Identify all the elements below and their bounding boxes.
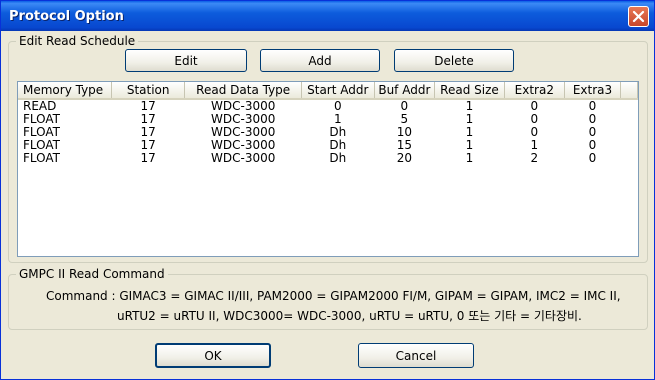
add-button[interactable]: Add <box>260 49 380 72</box>
read-command-line-1: Command : GIMAC3 = GIMAC II/III, PAM2000… <box>46 289 621 303</box>
cell-start-addr: Dh <box>329 126 347 139</box>
cell-extra2: 0 <box>530 113 539 126</box>
cell-extra2: 0 <box>530 99 539 113</box>
read-schedule-table: Memory Type Station Read Data Type Start… <box>18 82 638 165</box>
cell-extra2: 0 <box>530 126 539 139</box>
cell-extra2: 2 <box>530 152 539 165</box>
column-header-read-data-type[interactable]: Read Data Type <box>184 82 302 100</box>
cell-extra3: 0 <box>588 113 597 126</box>
cell-station: 17 <box>140 113 156 126</box>
column-header-filler <box>620 82 638 100</box>
cell-read-data-type: WDC-3000 <box>211 113 276 126</box>
cell-read-data-type: WDC-3000 <box>211 152 276 165</box>
column-header-start-addr[interactable]: Start Addr <box>301 82 375 100</box>
cell-read-size: 1 <box>465 113 474 126</box>
column-header-memory-type[interactable]: Memory Type <box>18 82 112 100</box>
cell-start-addr: 1 <box>333 113 342 126</box>
cell-station: 17 <box>140 99 156 113</box>
cell-extra3: 0 <box>588 152 597 165</box>
cell-read-size: 1 <box>465 139 474 152</box>
cell-buf-addr: 10 <box>396 126 412 139</box>
cell-memory-type: FLOAT <box>23 139 61 152</box>
cell-buf-addr: 20 <box>396 152 412 165</box>
cell-memory-type: FLOAT <box>23 152 61 165</box>
cell-memory-type: READ <box>23 99 57 113</box>
cell-read-data-type: WDC-3000 <box>211 139 276 152</box>
column-header-extra3[interactable]: Extra3 <box>564 82 622 100</box>
cell-start-addr: Dh <box>329 152 347 165</box>
delete-button[interactable]: Delete <box>394 49 514 72</box>
edit-read-schedule-legend: Edit Read Schedule <box>16 34 139 48</box>
cell-extra3: 0 <box>588 126 597 139</box>
cell-station: 17 <box>140 139 156 152</box>
cell-buf-addr: 15 <box>396 139 412 152</box>
column-header-read-size[interactable]: Read Size <box>434 82 505 100</box>
read-schedule-list[interactable]: Memory Type Station Read Data Type Start… <box>17 81 639 257</box>
cell-extra2: 1 <box>530 139 539 152</box>
column-header-station[interactable]: Station <box>111 82 186 100</box>
column-header-buf-addr[interactable]: Buf Addr <box>374 82 436 100</box>
cell-extra3: 0 <box>588 99 597 113</box>
table-row[interactable]: FLOAT 17 WDC-3000 Dh 10 1 0 0 <box>18 126 638 139</box>
close-icon <box>632 10 645 23</box>
edit-button[interactable]: Edit <box>125 49 247 72</box>
window-title: Protocol Option <box>9 8 124 24</box>
title-bar[interactable]: Protocol Option <box>1 1 654 31</box>
cell-memory-type: FLOAT <box>23 113 61 126</box>
protocol-option-dialog: Protocol Option Edit Read Schedule Edit … <box>0 0 655 380</box>
ok-button[interactable]: OK <box>155 343 271 368</box>
close-button[interactable] <box>628 6 649 27</box>
cell-station: 17 <box>140 152 156 165</box>
table-row[interactable]: FLOAT 17 WDC-3000 Dh 15 1 1 0 <box>18 139 638 152</box>
cancel-button[interactable]: Cancel <box>358 343 474 368</box>
table-row[interactable]: FLOAT 17 WDC-3000 1 5 1 0 0 <box>18 113 638 126</box>
cell-station: 17 <box>140 126 156 139</box>
cell-read-size: 1 <box>465 126 474 139</box>
table-row[interactable]: READ 17 WDC-3000 0 0 1 0 0 <box>18 99 638 113</box>
cell-start-addr: Dh <box>329 139 347 152</box>
cell-read-data-type: WDC-3000 <box>211 126 276 139</box>
read-command-line-2: uRTU2 = uRTU II, WDC3000= WDC-3000, uRTU… <box>117 309 582 323</box>
table-header-row: Memory Type Station Read Data Type Start… <box>18 82 638 100</box>
column-header-extra2[interactable]: Extra2 <box>504 82 565 100</box>
table-row[interactable]: FLOAT 17 WDC-3000 Dh 20 1 2 0 <box>18 152 638 165</box>
cell-start-addr: 0 <box>333 99 342 113</box>
read-command-legend: GMPC II Read Command <box>16 267 168 281</box>
cell-read-data-type: WDC-3000 <box>211 99 276 113</box>
cell-extra3: 0 <box>588 139 597 152</box>
cell-buf-addr: 5 <box>400 113 409 126</box>
cell-memory-type: FLOAT <box>23 126 61 139</box>
cell-buf-addr: 0 <box>400 99 409 113</box>
cell-read-size: 1 <box>465 99 474 113</box>
cell-read-size: 1 <box>465 152 474 165</box>
